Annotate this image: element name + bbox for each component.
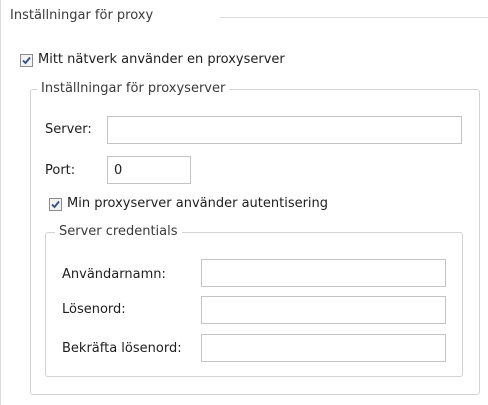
outer-group-left-border xyxy=(0,0,1,405)
password-label: Lösenord: xyxy=(62,302,126,317)
auth-checkbox-row[interactable]: Min proxyserver använder autentisering xyxy=(49,196,328,212)
check-icon xyxy=(22,56,31,64)
port-input[interactable] xyxy=(107,156,191,184)
check-icon xyxy=(51,200,60,208)
use-proxy-label: Mitt nätverk använder en proxyserver xyxy=(38,52,285,67)
username-input[interactable] xyxy=(201,259,446,287)
username-label: Användarnamn: xyxy=(62,267,166,282)
proxy-settings-title: Inställningar för proxy xyxy=(10,8,158,24)
port-label: Port: xyxy=(45,163,76,178)
confirm-password-input[interactable] xyxy=(201,334,446,362)
proxy-server-group-title: Inställningar för proxyserver xyxy=(37,81,230,97)
server-label: Server: xyxy=(45,122,92,137)
outer-group-top-border xyxy=(220,17,488,18)
auth-checkbox[interactable] xyxy=(49,197,62,211)
server-input[interactable] xyxy=(107,116,462,144)
credentials-group-title: Server credentials xyxy=(55,224,182,240)
use-proxy-checkbox[interactable] xyxy=(20,53,33,67)
confirm-password-label: Bekräfta lösenord: xyxy=(62,341,182,356)
use-proxy-checkbox-row[interactable]: Mitt nätverk använder en proxyserver xyxy=(20,52,285,68)
password-input[interactable] xyxy=(201,296,446,324)
auth-label: Min proxyserver använder autentisering xyxy=(67,196,329,211)
